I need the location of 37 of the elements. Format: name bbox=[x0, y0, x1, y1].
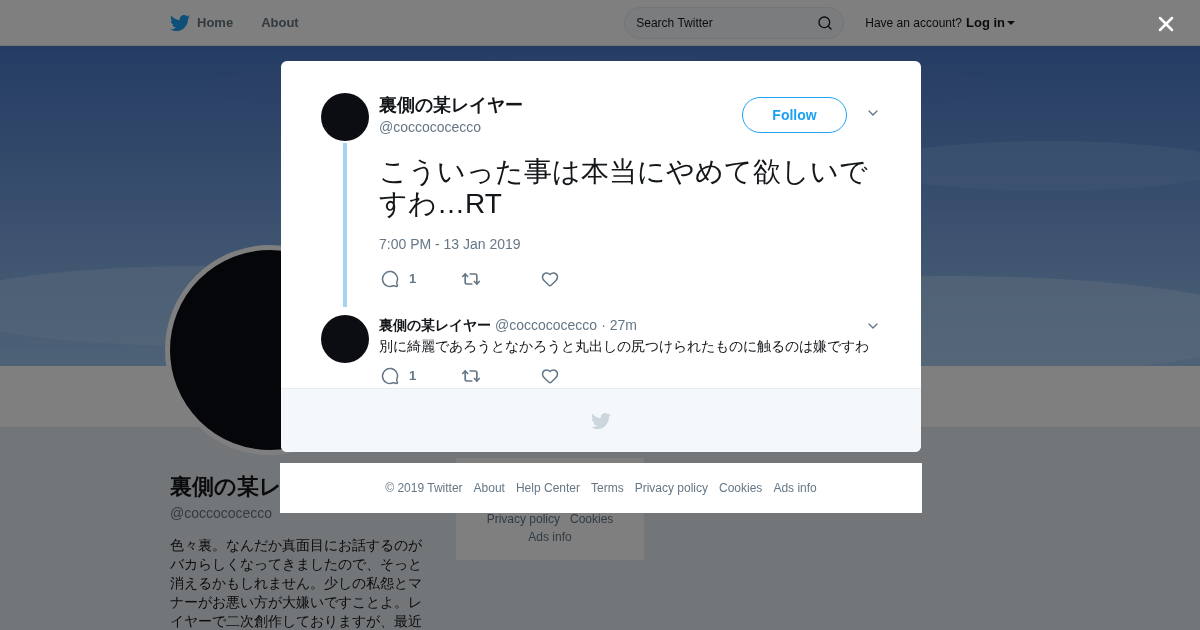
footer-link[interactable]: Ads info bbox=[528, 528, 572, 546]
avatar[interactable] bbox=[321, 315, 369, 363]
nav-link[interactable]: Home bbox=[197, 12, 234, 33]
login-button[interactable]: Log in bbox=[966, 12, 1015, 33]
like-icon[interactable] bbox=[541, 367, 559, 385]
reply-count: 1 bbox=[409, 367, 417, 386]
like-icon[interactable] bbox=[541, 270, 559, 288]
bird-icon bbox=[591, 410, 611, 431]
footer-link[interactable]: Privacy policy bbox=[486, 510, 560, 528]
search-field[interactable]: Search Twitter bbox=[624, 6, 845, 39]
reply-icon[interactable] bbox=[381, 270, 399, 288]
author-handle[interactable]: @coccococecco bbox=[495, 315, 598, 336]
reply-icon[interactable] bbox=[381, 367, 399, 385]
author-handle[interactable]: @coccococecco bbox=[379, 117, 742, 138]
footer-link[interactable]: Cookies bbox=[719, 479, 763, 497]
nav-link[interactable]: About bbox=[261, 12, 299, 33]
account-prompt: Have an account? bbox=[865, 14, 962, 32]
tweet-text: こういった事は本当にやめて欲しいですわ…RT bbox=[379, 156, 869, 220]
tweet-time[interactable]: · 27m bbox=[601, 315, 637, 336]
footer-link[interactable]: Terms bbox=[591, 479, 624, 497]
reply-text: 別に綺麗であろうとなかろうと丸出しの尻つけられたものに触るのは嫌ですわ bbox=[379, 337, 870, 356]
author-name[interactable]: 裏側の某レイヤー bbox=[379, 93, 742, 117]
tweet-date: 7:00 PM - 13 Jan 2019 bbox=[379, 235, 522, 254]
footer-link[interactable]: Help Center bbox=[515, 479, 580, 497]
avatar[interactable] bbox=[321, 93, 369, 141]
search-icon[interactable] bbox=[817, 14, 834, 31]
footer-link[interactable]: Cookies bbox=[570, 510, 614, 528]
profile-name: 裏側の某レ bbox=[170, 473, 282, 501]
profile-bio: 色々裏。なんだか真面目にお話するのがバカらしくなってきましたので、そっと消えるかもしれません。少しの私怨とマナーがお悪い方が大嫌いですことよ。レイヤーで二次創作しておりますが、最近 bbox=[170, 536, 423, 630]
caret-icon bbox=[1007, 20, 1015, 25]
profile-handle: @coccococecco bbox=[170, 504, 273, 523]
reply-count: 1 bbox=[409, 270, 417, 289]
footer-link[interactable]: About bbox=[473, 479, 505, 497]
author-name[interactable]: 裏側の某レイヤー bbox=[379, 315, 491, 336]
footer-link[interactable]: Ads info bbox=[773, 479, 817, 497]
footer-link[interactable]: © 2019 Twitter bbox=[385, 479, 463, 497]
footer-link[interactable]: Privacy policy bbox=[634, 479, 708, 497]
